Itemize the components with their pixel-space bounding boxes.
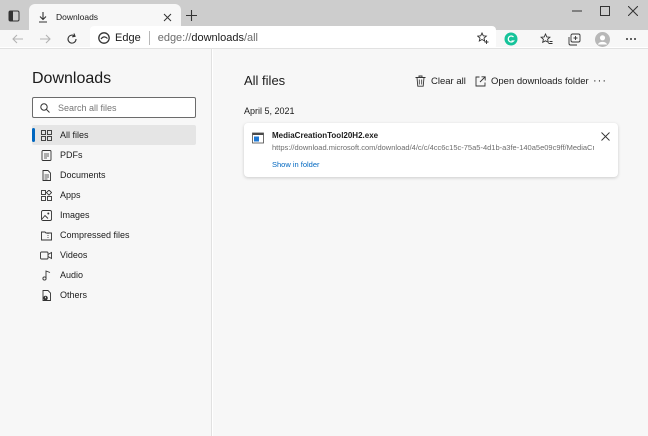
folder-zip-icon	[40, 229, 52, 241]
sidebar-item-label: All files	[60, 130, 89, 140]
sidebar-item-label: Compressed files	[60, 230, 130, 240]
new-tab-icon[interactable]	[183, 7, 199, 23]
sidebar-item-audio[interactable]: Audio	[32, 265, 196, 285]
downloads-main: All files Clear all Open downloads folde…	[213, 49, 648, 436]
forward-arrow-icon[interactable]	[37, 31, 53, 47]
sidebar-item-compressed-files[interactable]: Compressed files	[32, 225, 196, 245]
grammarly-extension-icon[interactable]	[503, 31, 519, 47]
sidebar-item-label: Apps	[60, 190, 81, 200]
remove-download-icon[interactable]	[599, 130, 611, 142]
search-placeholder: Search all files	[58, 102, 117, 113]
music-note-icon	[40, 269, 52, 281]
sidebar-item-label: Videos	[60, 250, 88, 260]
address-bar[interactable]: Edge edge://downloads/all	[90, 26, 496, 50]
downloads-sidebar: Downloads Search all files All files PDF…	[0, 49, 212, 436]
add-favorite-icon[interactable]	[476, 31, 490, 45]
minimize-icon[interactable]	[562, 0, 592, 22]
apps-icon	[40, 189, 52, 201]
sidebar-item-label: Images	[60, 210, 90, 220]
sidebar-item-label: Others	[60, 290, 88, 300]
download-icon	[36, 10, 50, 24]
sidebar-item-label: Audio	[60, 270, 84, 280]
document-icon	[40, 169, 52, 181]
page-title: All files	[244, 73, 286, 88]
collections-icon[interactable]	[566, 31, 582, 47]
exe-file-icon	[252, 132, 264, 144]
search-input[interactable]: Search all files	[32, 97, 196, 118]
other-file-icon	[40, 289, 52, 301]
close-window-icon[interactable]	[618, 0, 648, 22]
sidebar-item-all-files[interactable]: All files	[32, 125, 196, 145]
tab-actions-icon[interactable]	[5, 7, 23, 25]
edge-logo-icon	[98, 32, 110, 44]
sidebar-item-apps[interactable]: Apps	[32, 185, 196, 205]
trash-icon	[415, 75, 426, 87]
file-url[interactable]: https://download.microsoft.com/download/…	[272, 143, 594, 152]
address-separator	[148, 31, 150, 45]
download-group-date: April 5, 2021	[244, 106, 295, 116]
tab-title: Downloads	[56, 12, 99, 22]
settings-more-icon[interactable]	[623, 31, 639, 47]
search-icon	[40, 102, 50, 113]
url-text: edge://downloads/all	[157, 32, 258, 44]
category-nav: All files PDFs Documents Apps Images Com…	[32, 125, 196, 305]
open-folder-label: Open downloads folder	[491, 75, 589, 87]
video-icon	[40, 249, 52, 261]
file-name: MediaCreationTool20H2.exe	[272, 131, 379, 140]
back-arrow-icon[interactable]	[10, 31, 26, 47]
sidebar-item-images[interactable]: Images	[32, 205, 196, 225]
pdf-icon	[40, 149, 52, 161]
sidebar-item-documents[interactable]: Documents	[32, 165, 196, 185]
sidebar-title: Downloads	[32, 70, 112, 87]
more-options-button[interactable]: ···	[591, 74, 609, 88]
site-label: Edge	[115, 32, 141, 44]
clear-all-label: Clear all	[431, 75, 466, 87]
download-item-card[interactable]: MediaCreationTool20H2.exe https://downlo…	[244, 123, 618, 177]
sidebar-item-label: PDFs	[60, 150, 83, 160]
image-icon	[40, 209, 52, 221]
maximize-icon[interactable]	[590, 0, 620, 22]
refresh-icon[interactable]	[64, 31, 80, 47]
clear-all-button[interactable]: Clear all	[415, 74, 466, 88]
sidebar-item-label: Documents	[60, 170, 106, 180]
profile-avatar[interactable]	[594, 31, 610, 47]
navigation-toolbar: Edge edge://downloads/all	[0, 26, 648, 50]
close-tab-icon[interactable]	[160, 10, 174, 24]
open-external-icon	[475, 75, 486, 87]
sidebar-item-others[interactable]: Others	[32, 285, 196, 305]
show-in-folder-link[interactable]: Show in folder	[272, 160, 320, 169]
favorites-icon[interactable]	[538, 31, 554, 47]
open-downloads-folder-button[interactable]: Open downloads folder	[475, 74, 589, 88]
sidebar-item-pdfs[interactable]: PDFs	[32, 145, 196, 165]
grid-icon	[40, 129, 52, 141]
sidebar-item-videos[interactable]: Videos	[32, 245, 196, 265]
